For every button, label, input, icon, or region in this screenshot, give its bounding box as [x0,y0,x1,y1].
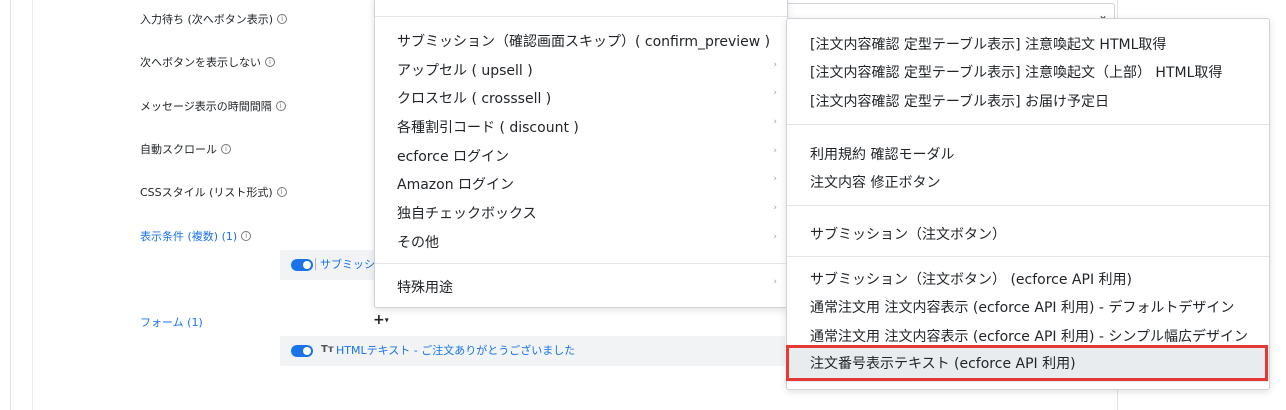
submenu-item-label: [注文内容確認 定型テーブル表示] 注意喚起文（上部） HTML取得 [810,65,1223,81]
menu-item-upsell[interactable]: アップセル ( upsell ) › [375,60,787,80]
setting-form[interactable]: フォーム (1) [140,314,203,330]
submenu: [注文内容確認 定型テーブル表示] 注意喚起文 HTML取得 [注文内容確認 定… [786,18,1270,390]
submenu-item-submission[interactable]: サブミッション（注文ボタン） [787,224,1269,244]
menu-item-label: 特殊用途 [397,280,453,296]
condition-toggle[interactable] [291,259,313,271]
menu-item-label: クロスセル ( crosssell ) [397,91,552,107]
submenu-item-label: 利用規約 確認モーダル [810,147,955,163]
menu-item-custom-checkbox[interactable]: 独自チェックボックス › [375,203,787,223]
setting-message-interval: メッセージ表示の時間間隔 i [140,98,286,114]
setting-input-wait: 入力待ち (次へボタン表示) i [140,11,288,27]
plus-icon: + [373,312,385,328]
caret-down-icon: ▾ [384,315,389,325]
menu-item-label: Amazon ログイン [397,177,515,193]
chevron-right-icon: › [773,174,777,184]
dropdown-menu: サブミッション（確認画面スキップ）( confirm_preview ) アップ… [374,0,788,308]
setting-hide-next: 次へボタンを表示しない i [140,54,275,70]
submenu-item-label: [注文内容確認 定型テーブル表示] 注意喚起文 HTML取得 [810,37,1167,53]
add-button[interactable]: +▾ [373,312,389,328]
submenu-item-label: [注文内容確認 定型テーブル表示] お届け予定日 [810,94,1109,110]
menu-item-label: その他 [397,235,439,251]
setting-auto-scroll-label: 自動スクロール [140,143,217,156]
submenu-item-warning-html[interactable]: [注文内容確認 定型テーブル表示] 注意喚起文 HTML取得 [787,34,1269,54]
info-icon[interactable]: i [277,14,288,24]
setting-css-style-label: CSSスタイル (リスト形式) [140,186,273,199]
menu-item-label: 各種割引コード ( discount ) [397,120,579,136]
form-link[interactable]: フォーム (1) [140,314,203,330]
chevron-right-icon: › [773,88,777,98]
menu-item-ecforce-login[interactable]: ecforce ログイン › [375,146,787,166]
submenu-item-order-default[interactable]: 通常注文用 注文内容表示 (ecforce API 利用) - デフォルトデザイ… [787,297,1269,317]
chevron-right-icon: › [773,277,777,287]
setting-auto-scroll: 自動スクロール i [140,141,231,157]
menu-divider [375,16,787,17]
panel-left-border [10,0,11,410]
menu-divider [787,256,1269,257]
chevron-right-icon: › [773,146,777,156]
menu-divider [787,205,1269,206]
menu-item-crosssell[interactable]: クロスセル ( crosssell ) › [375,88,787,108]
submenu-item-delivery-date[interactable]: [注文内容確認 定型テーブル表示] お届け予定日 [787,91,1269,111]
submenu-item-terms-modal[interactable]: 利用規約 確認モーダル [787,144,1269,164]
setting-message-interval-label: メッセージ表示の時間間隔 [140,100,272,113]
menu-item-other[interactable]: その他 › [375,232,787,252]
menu-item-discount[interactable]: 各種割引コード ( discount ) › [375,117,787,137]
setting-css-style: CSSスタイル (リスト形式) i [140,184,287,200]
menu-item-label: ecforce ログイン [397,149,510,165]
menu-item-label: サブミッション（確認画面スキップ）( confirm_preview ) [397,34,771,50]
submenu-item-label: 通常注文用 注文内容表示 (ecforce API 利用) - デフォルトデザイ… [810,300,1235,316]
menu-divider [787,124,1269,125]
setting-hide-next-label: 次へボタンを表示しない [140,56,261,69]
info-icon[interactable]: i [241,231,252,241]
submenu-item-label: サブミッション（注文ボタン） (ecforce API 利用) [810,272,1132,288]
submenu-item-submission-api[interactable]: サブミッション（注文ボタン） (ecforce API 利用) [787,269,1269,289]
chevron-right-icon: › [773,60,777,70]
chevron-right-icon: › [773,232,777,242]
submenu-item-warning-top-html[interactable]: [注文内容確認 定型テーブル表示] 注意喚起文（上部） HTML取得 [787,62,1269,82]
highlight-annotation [786,345,1268,381]
submenu-item-label: 通常注文用 注文内容表示 (ecforce API 利用) - シンプル幅広デザ… [810,329,1248,345]
info-icon[interactable]: i [265,57,275,67]
menu-divider [375,263,787,264]
form-toggle[interactable] [291,345,313,357]
submenu-item-order-simple-wide[interactable]: 通常注文用 注文内容表示 (ecforce API 利用) - シンプル幅広デザ… [787,326,1269,346]
menu-item-amazon-login[interactable]: Amazon ログイン › [375,174,787,194]
submenu-item-label: 注文内容 修正ボタン [810,175,941,191]
form-item-text[interactable]: HTMLテキスト - ご注文ありがとうございました [336,342,575,358]
menu-item-label: アップセル ( upsell ) [397,63,533,79]
submenu-item-edit-button[interactable]: 注文内容 修正ボタン [787,172,1269,192]
setting-display-conditions[interactable]: 表示条件 (複数) (1) i [140,228,252,244]
info-icon[interactable]: i [276,187,287,197]
chevron-right-icon: › [773,203,777,213]
menu-item-label: 独自チェックボックス [397,206,537,222]
info-icon[interactable]: i [221,144,231,154]
submenu-item-label: サブミッション（注文ボタン） [810,227,1006,243]
menu-item-special[interactable]: 特殊用途 › [375,277,787,297]
info-icon[interactable]: i [275,101,286,111]
setting-input-wait-label: 入力待ち (次へボタン表示) [140,13,274,26]
text-type-icon: Tт [321,344,334,355]
display-conditions-link[interactable]: 表示条件 (複数) (1) [140,228,237,244]
panel-inner-border [32,0,33,410]
menu-item-confirm-preview[interactable]: サブミッション（確認画面スキップ）( confirm_preview ) [375,31,787,51]
divider [315,258,316,270]
chevron-right-icon: › [773,117,777,127]
